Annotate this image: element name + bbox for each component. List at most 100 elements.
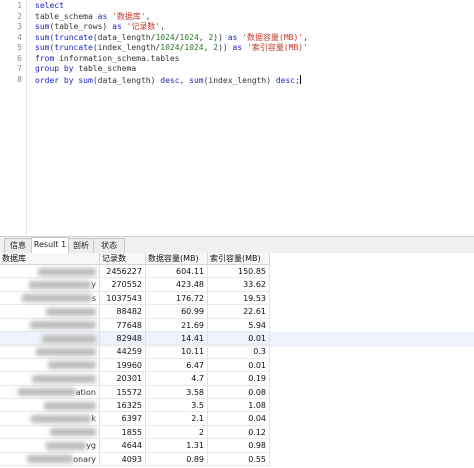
cell-index-size[interactable]: 0.04 xyxy=(208,412,270,426)
tab-result-1[interactable]: Result 1 xyxy=(31,237,69,254)
line-number: 7 xyxy=(17,64,22,73)
cell-data-size[interactable]: 2.1 xyxy=(146,412,208,426)
cell-data-size[interactable]: 14.41 xyxy=(146,332,208,346)
cell-data-size[interactable]: 604.11 xyxy=(146,265,208,279)
cell-row-count[interactable]: 6397 xyxy=(100,412,146,426)
code-text: select xyxy=(35,1,64,11)
code-token: desc xyxy=(275,75,296,85)
cell-data-size[interactable]: 10.11 xyxy=(146,345,208,359)
code-line[interactable]: 2 table_schema as '数据库', xyxy=(0,12,474,22)
cell-row-count[interactable]: 77648 xyxy=(100,318,146,332)
cell-row-count[interactable]: 4093 xyxy=(100,452,146,466)
code-token: , xyxy=(160,22,166,31)
tab-info[interactable]: 信息 xyxy=(4,238,32,253)
table-row[interactable]: onary 4093 0.89 0.55 xyxy=(0,452,474,468)
column-header-row-count[interactable]: 记录数 xyxy=(100,253,146,265)
cell-database[interactable] xyxy=(0,425,100,440)
column-header-data-size[interactable]: 数据容量(MB) xyxy=(146,253,208,265)
code-text: group by table_schema xyxy=(35,64,136,74)
cell-data-size[interactable]: 4.7 xyxy=(146,372,208,386)
cell-data-size[interactable]: 0.89 xyxy=(146,452,208,466)
cell-index-size[interactable]: 0.19 xyxy=(208,372,270,386)
cell-database[interactable] xyxy=(0,372,100,386)
cell-data-size[interactable]: 2 xyxy=(146,425,208,440)
cell-index-size[interactable]: 0.12 xyxy=(208,425,270,440)
cell-database[interactable] xyxy=(0,332,100,346)
cell-data-size[interactable]: 1.31 xyxy=(146,439,208,453)
cell-database[interactable] xyxy=(0,345,100,359)
cell-database[interactable] xyxy=(0,399,100,413)
redacted-blur xyxy=(42,334,96,343)
code-line[interactable]: 6 from information_schema.tables xyxy=(0,54,474,64)
cell-index-size[interactable]: 0.3 xyxy=(208,345,270,359)
code-token: 1024 xyxy=(155,32,175,42)
cell-row-count[interactable]: 15572 xyxy=(100,385,146,399)
tab-status[interactable]: 状态 xyxy=(93,238,125,253)
cell-index-size[interactable]: 33.62 xyxy=(208,278,270,292)
database-name-fragment: y xyxy=(91,280,96,290)
cell-data-size[interactable]: 176.72 xyxy=(146,291,208,306)
column-header-index-size[interactable]: 索引容量(MB) xyxy=(208,253,270,265)
cell-database[interactable]: onary xyxy=(0,452,100,466)
result-grid[interactable]: 数据库 记录数 数据容量(MB) 索引容量(MB) 2456227 604.11 1… xyxy=(0,253,474,467)
cell-database[interactable] xyxy=(0,358,100,373)
cell-data-size[interactable]: 6.47 xyxy=(146,358,208,373)
cell-index-size[interactable]: 19.53 xyxy=(208,291,270,306)
tab-profile[interactable]: 剖析 xyxy=(68,238,94,253)
code-text: sum(truncate(data_length/1024/1024, 2)) … xyxy=(35,33,308,43)
cell-database[interactable]: yg xyxy=(0,439,100,453)
cell-row-count[interactable]: 82948 xyxy=(100,332,146,346)
cell-index-size[interactable]: 22.61 xyxy=(208,305,270,319)
cell-index-size[interactable]: 5.94 xyxy=(208,318,270,332)
code-token: )) xyxy=(218,43,233,52)
code-token: , xyxy=(198,32,209,42)
cell-database[interactable]: ation xyxy=(0,385,100,399)
code-token: truncate xyxy=(54,43,93,52)
cell-database[interactable]: k xyxy=(0,412,100,426)
cell-row-count[interactable]: 270552 xyxy=(100,278,146,292)
cell-row-count[interactable]: 19960 xyxy=(100,358,146,373)
cell-row-count[interactable]: 2456227 xyxy=(100,265,146,279)
code-token: sum xyxy=(189,75,204,85)
cell-data-size[interactable]: 60.99 xyxy=(146,305,208,319)
cell-index-size[interactable]: 0.98 xyxy=(208,439,270,453)
code-token: sum xyxy=(35,32,50,42)
code-token: )) xyxy=(213,32,228,42)
cell-row-count[interactable]: 20301 xyxy=(100,372,146,386)
cell-database[interactable] xyxy=(0,305,100,319)
code-token: (data_length/ xyxy=(92,32,156,42)
cell-row-count[interactable]: 16325 xyxy=(100,399,146,413)
cell-data-size[interactable]: 21.69 xyxy=(146,318,208,332)
cell-index-size[interactable]: 0.01 xyxy=(208,358,270,373)
code-line[interactable]: 7 group by table_schema xyxy=(0,64,474,74)
cell-data-size[interactable]: 3.58 xyxy=(146,385,208,399)
code-line[interactable]: 8 order by sum(data_length) desc, sum(ind… xyxy=(0,74,474,85)
code-line[interactable]: 3 sum(table_rows) as '记录数', xyxy=(0,22,474,32)
cell-index-size[interactable]: 0.55 xyxy=(208,452,270,466)
code-line[interactable]: 5 sum(truncate(index_length/1024/1024, 2)… xyxy=(0,43,474,53)
cell-row-count[interactable]: 88482 xyxy=(100,305,146,319)
cell-index-size[interactable]: 150.85 xyxy=(208,265,270,279)
cell-index-size[interactable]: 0.08 xyxy=(208,385,270,399)
column-header-database[interactable]: 数据库 xyxy=(0,253,100,265)
cell-index-size[interactable]: 1.08 xyxy=(208,399,270,413)
code-line[interactable]: 4 sum(truncate(data_length/1024/1024, 2))… xyxy=(0,33,474,43)
cell-database[interactable]: s xyxy=(0,291,100,306)
cell-row-count[interactable]: 1037543 xyxy=(100,291,146,306)
cell-index-size[interactable]: 0.01 xyxy=(208,332,270,346)
cell-database[interactable] xyxy=(0,265,100,279)
cell-row-count[interactable]: 1855 xyxy=(100,425,146,440)
sql-editor[interactable]: 1 select 2 table_schema as '数据库', 3 sum(table… xyxy=(0,0,474,236)
cell-database[interactable] xyxy=(0,318,100,332)
cell-row-count[interactable]: 4644 xyxy=(100,439,146,453)
redacted-blur xyxy=(38,267,96,276)
code-text: table_schema as '数据库', xyxy=(35,12,151,22)
cell-data-size[interactable]: 3.5 xyxy=(146,399,208,413)
cell-database[interactable]: y xyxy=(0,278,100,292)
cell-data-size[interactable]: 423.48 xyxy=(146,278,208,292)
code-token: 1024 xyxy=(179,32,199,42)
redacted-blur xyxy=(31,414,92,423)
cell-row-count[interactable]: 44259 xyxy=(100,345,146,359)
code-line[interactable]: 1 select xyxy=(0,1,474,11)
code-token: group by xyxy=(35,64,74,73)
